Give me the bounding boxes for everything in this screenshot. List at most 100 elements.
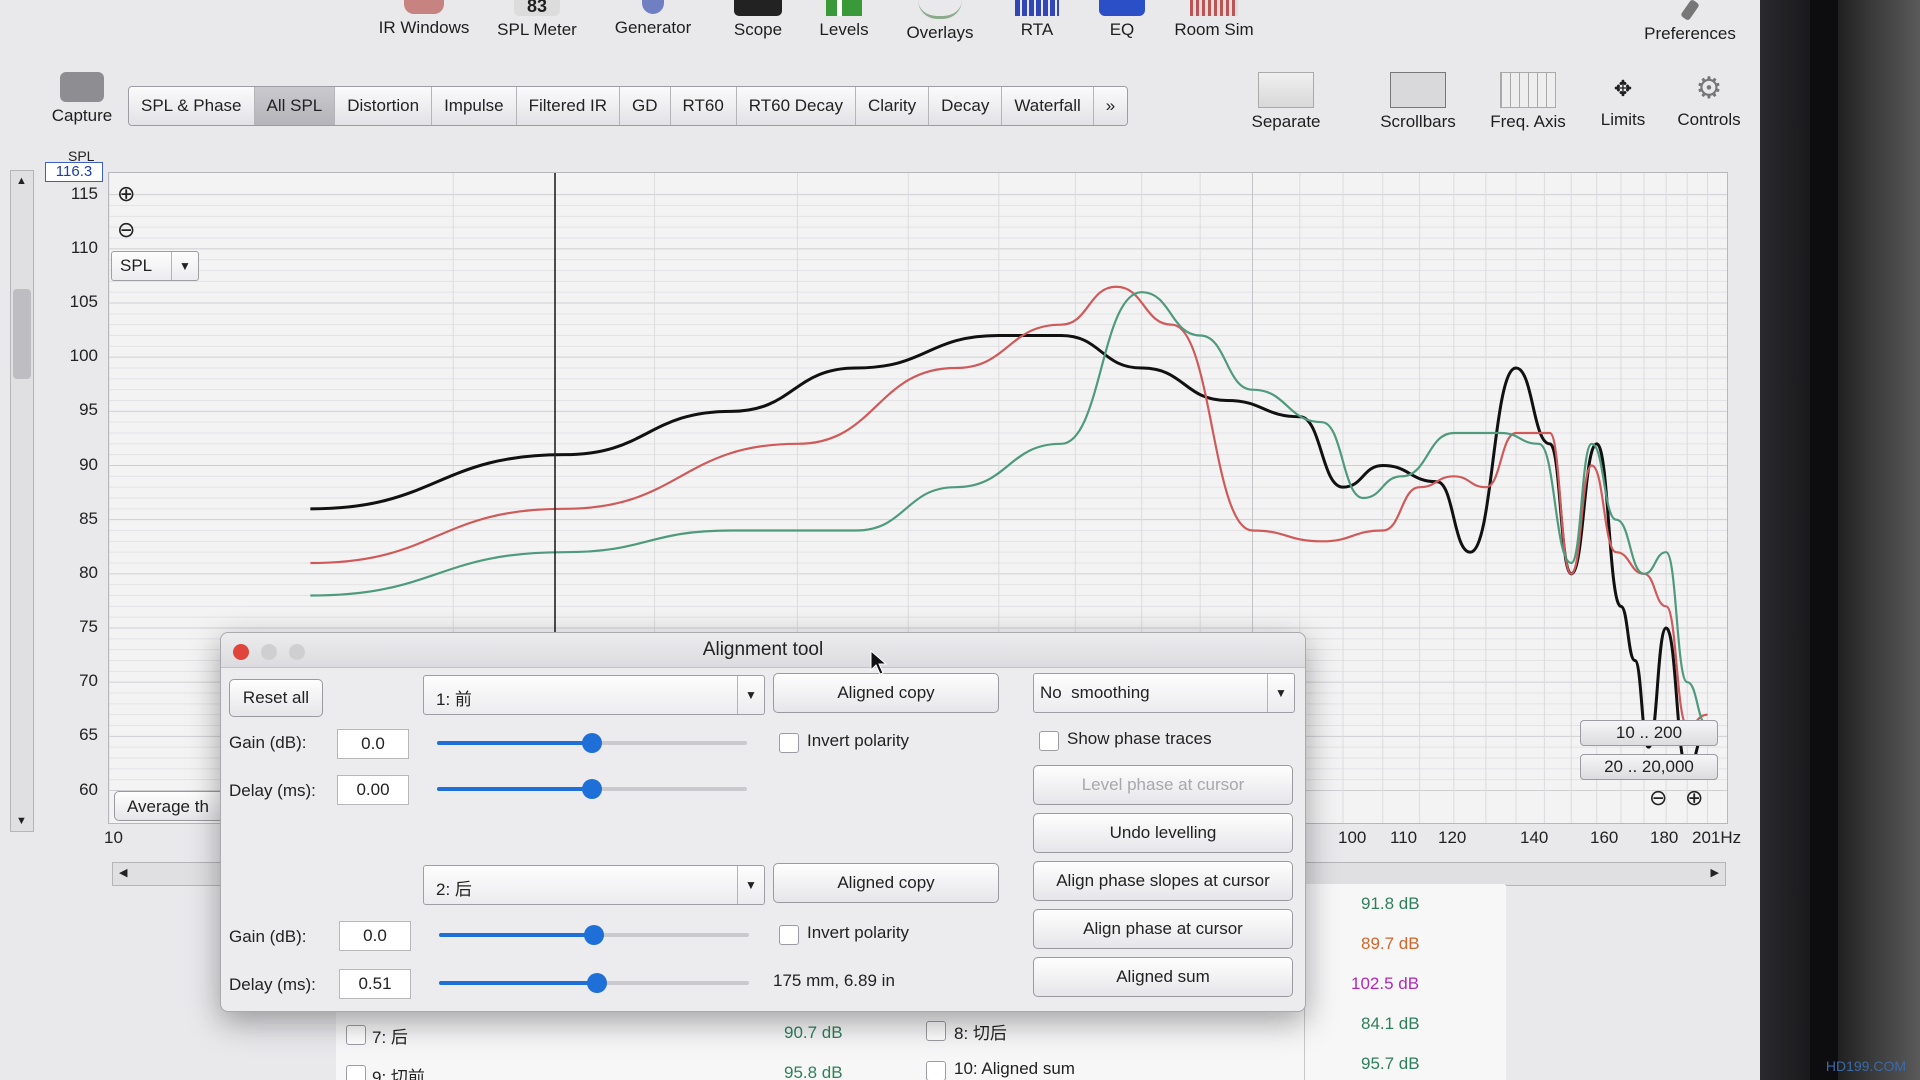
scroll-up-icon[interactable]: ▲ bbox=[16, 175, 27, 187]
tab-filtered-ir[interactable]: Filtered IR bbox=[516, 87, 621, 125]
tab-waterfall[interactable]: Waterfall bbox=[1002, 87, 1094, 125]
separate-button[interactable]: Separate bbox=[1244, 72, 1328, 132]
x-tick-10: 10 bbox=[104, 828, 123, 847]
y-tick-label: 70 bbox=[79, 671, 98, 691]
tab-gd[interactable]: GD bbox=[620, 87, 671, 125]
toolbar-scope[interactable]: Scope bbox=[718, 0, 798, 40]
delay-1-slider[interactable] bbox=[437, 779, 747, 799]
toolbar-preferences[interactable]: Preferences bbox=[1632, 0, 1748, 44]
scroll-down-icon[interactable]: ▼ bbox=[16, 815, 27, 827]
overlays-icon bbox=[918, 0, 962, 19]
aligned-sum-button[interactable]: Aligned sum bbox=[1033, 957, 1293, 997]
capture-button[interactable]: Capture bbox=[40, 72, 124, 126]
value-row-1: 91.8 dB bbox=[1361, 894, 1420, 913]
vertical-scrollbar[interactable]: ▲ ▼ bbox=[10, 170, 34, 832]
scrollbar-thumb[interactable] bbox=[13, 289, 31, 379]
gain-2-field[interactable]: 0.0 bbox=[339, 921, 411, 951]
tab-rt60[interactable]: RT60 bbox=[670, 87, 737, 125]
y-tick-label: 85 bbox=[79, 508, 98, 528]
y-tick-label: 90 bbox=[79, 454, 98, 474]
measurement-7-checkbox[interactable] bbox=[346, 1025, 366, 1045]
measurement-1-select[interactable]: 1: 前 ▼ bbox=[423, 675, 765, 715]
graph-zoom-out-icon[interactable]: ⊖ bbox=[1649, 785, 1667, 811]
scroll-right-icon[interactable]: ▶ bbox=[1711, 866, 1719, 879]
gain-2-slider[interactable] bbox=[439, 925, 749, 945]
invert-polarity-2-checkbox[interactable] bbox=[779, 925, 799, 945]
range-10-200-button[interactable]: 10 .. 200 bbox=[1580, 720, 1718, 746]
gain-1-field[interactable]: 0.0 bbox=[337, 729, 409, 759]
measurement-8-checkbox[interactable] bbox=[926, 1021, 946, 1041]
align-phase-slopes-button[interactable]: Align phase slopes at cursor bbox=[1033, 861, 1293, 901]
invert-polarity-1-checkbox[interactable] bbox=[779, 733, 799, 753]
camera-icon bbox=[60, 72, 104, 102]
aligned-copy-2-button[interactable]: Aligned copy bbox=[773, 863, 999, 903]
toolbar-generator[interactable]: Generator bbox=[608, 0, 698, 38]
zoom-window-icon[interactable] bbox=[289, 644, 305, 660]
room-sim-icon bbox=[1190, 0, 1238, 16]
y-tick-label: 115 bbox=[70, 183, 98, 203]
slider-knob[interactable] bbox=[584, 925, 604, 945]
tab-spl-phase[interactable]: SPL & Phase bbox=[129, 87, 255, 125]
show-phase-traces-checkbox[interactable] bbox=[1039, 731, 1059, 751]
watermark-text: HD199.COM bbox=[1825, 1058, 1906, 1074]
average-button[interactable]: Average th bbox=[114, 791, 224, 821]
generator-icon bbox=[642, 0, 664, 14]
controls-button[interactable]: ⚙ Controls bbox=[1670, 72, 1748, 130]
delay-2-field[interactable]: 0.51 bbox=[339, 969, 411, 999]
tab-all-spl[interactable]: All SPL bbox=[254, 87, 336, 125]
graph-zoom-in-icon[interactable]: ⊕ bbox=[1685, 785, 1703, 811]
delay-2-slider[interactable] bbox=[439, 973, 749, 993]
alignment-tool-dialog: Alignment tool Reset all 1: 前 ▼ Aligned … bbox=[220, 632, 1306, 1012]
toolbar-overlays[interactable]: Overlays bbox=[896, 0, 984, 43]
graph-mode-select[interactable]: SPL ▼ bbox=[111, 251, 199, 281]
scroll-left-icon[interactable]: ◀ bbox=[119, 866, 127, 879]
delay-1-field[interactable]: 0.00 bbox=[337, 775, 409, 805]
measurement-7-name: 7: 后 bbox=[372, 1028, 408, 1047]
scrollbars-button[interactable]: Scrollbars bbox=[1372, 72, 1464, 132]
show-phase-traces-label: Show phase traces bbox=[1067, 729, 1212, 748]
aligned-copy-1-button[interactable]: Aligned copy bbox=[773, 673, 999, 713]
toolbar-room-sim[interactable]: Room Sim bbox=[1166, 0, 1262, 40]
measurement-9-value: 95.8 dB bbox=[784, 1063, 843, 1080]
tab-decay[interactable]: Decay bbox=[929, 87, 1003, 125]
measurement-10-checkbox[interactable] bbox=[926, 1061, 946, 1080]
delay-1-label: Delay (ms): bbox=[229, 781, 316, 800]
toolbar-eq[interactable]: EQ bbox=[1094, 0, 1150, 40]
tab-more[interactable]: » bbox=[1093, 87, 1128, 125]
reset-all-button[interactable]: Reset all bbox=[229, 679, 323, 717]
measurement-2-select[interactable]: 2: 后 ▼ bbox=[423, 865, 765, 905]
range-20-20000-button[interactable]: 20 .. 20,000 bbox=[1580, 754, 1718, 780]
align-phase-button[interactable]: Align phase at cursor bbox=[1033, 909, 1293, 949]
slider-knob[interactable] bbox=[582, 779, 602, 799]
toolbar-ir-windows[interactable]: IR Windows bbox=[376, 0, 472, 38]
x-tick-160: 160 bbox=[1590, 828, 1619, 847]
limits-button[interactable]: ✥ Limits bbox=[1590, 72, 1656, 130]
toolbar-rta[interactable]: RTA bbox=[1004, 0, 1070, 40]
slider-knob[interactable] bbox=[587, 973, 608, 993]
slider-knob[interactable] bbox=[582, 733, 602, 753]
gain-1-slider[interactable] bbox=[437, 733, 747, 753]
cursor-value-readout: 116.3 bbox=[45, 162, 103, 182]
measurement-9-checkbox[interactable] bbox=[346, 1065, 366, 1080]
smoothing-select[interactable]: No smoothing ▼ bbox=[1033, 673, 1295, 713]
toolbar-levels[interactable]: Levels bbox=[804, 0, 884, 40]
eq-icon bbox=[1099, 0, 1145, 16]
undo-levelling-button[interactable]: Undo levelling bbox=[1033, 813, 1293, 853]
close-window-icon[interactable] bbox=[233, 644, 249, 660]
y-tick-label: 65 bbox=[79, 725, 98, 745]
freq-axis-button[interactable]: Freq. Axis bbox=[1482, 72, 1574, 132]
mouse-pointer-icon bbox=[870, 650, 888, 675]
minimize-window-icon[interactable] bbox=[261, 644, 277, 660]
x-tick-180: 180 bbox=[1650, 828, 1679, 847]
zoom-out-icon[interactable]: ⊖ bbox=[117, 217, 135, 243]
zoom-in-icon[interactable]: ⊕ bbox=[117, 181, 135, 207]
measurement-7-value: 90.7 dB bbox=[784, 1023, 843, 1042]
toolbar-spl-meter[interactable]: 83 SPL Meter bbox=[492, 0, 582, 40]
measurement-values-panel: 91.8 dB 89.7 dB 102.5 dB 84.1 dB 95.7 dB bbox=[1304, 884, 1505, 1080]
tab-rt60-decay[interactable]: RT60 Decay bbox=[736, 87, 856, 125]
tab-distortion[interactable]: Distortion bbox=[335, 87, 433, 125]
level-phase-button[interactable]: Level phase at cursor bbox=[1033, 765, 1293, 805]
tab-impulse[interactable]: Impulse bbox=[432, 87, 517, 125]
tab-clarity[interactable]: Clarity bbox=[855, 87, 930, 125]
rta-icon bbox=[1015, 0, 1059, 16]
